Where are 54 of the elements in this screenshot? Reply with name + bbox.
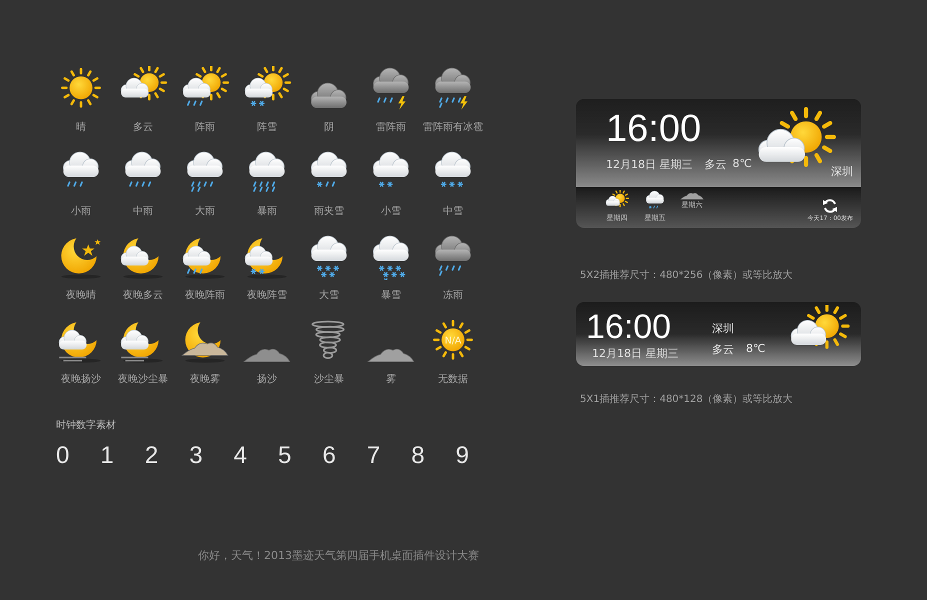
icon-label: 夜晚沙尘暴 (118, 372, 168, 386)
icon-label: 冻雨 (443, 288, 463, 302)
icon-label: 雾 (386, 373, 396, 386)
size-caption: 5X1插推荐尺寸：480*128（像素）或等比放大 (580, 392, 794, 406)
icon-label: 小雨 (71, 204, 91, 218)
icon-label: 夜晚扬沙 (61, 372, 101, 386)
temperature-text: 8℃ (732, 157, 752, 172)
icon-label: 阴 (324, 121, 334, 134)
condition-text: 多云 (712, 342, 734, 357)
size-caption: 5X2插推荐尺寸：480*256（像素）或等比放大 (580, 268, 794, 282)
icon-label: 夜晚雾 (190, 372, 220, 386)
icon-label: 雷阵雨有冰雹 (423, 120, 483, 134)
date-text: 12月18日 星期三 (592, 346, 680, 360)
clock-digit: 7 (366, 442, 382, 470)
clock-digit: 5 (278, 442, 292, 470)
icon-label: 大雪 (319, 288, 339, 302)
section-title: 时钟数字素材 (56, 418, 117, 432)
icon-label: 雷阵雨 (376, 120, 406, 134)
icon-label: 雨夹雪 (314, 204, 344, 218)
temperature-text: 8℃ (746, 342, 766, 357)
icon-label: 夜晚晴 (66, 288, 96, 302)
clock-digit: 1 (100, 442, 115, 470)
icon-label: 小雪 (381, 204, 401, 218)
refresh-icon[interactable] (822, 198, 838, 214)
icon-label: 夜晚多云 (123, 288, 163, 302)
condition-text: 多云 (704, 157, 726, 172)
icon-label: 扬沙 (257, 372, 277, 386)
icon-label: 多云 (133, 121, 153, 134)
city-text: 深圳 (712, 321, 735, 336)
clock-time: 16:00 (586, 308, 672, 346)
clock-digit: 0 (56, 442, 70, 470)
icon-label: 暴雨 (257, 205, 277, 218)
clock-digit: 8 (411, 442, 426, 470)
clock-digit: 9 (456, 442, 470, 470)
icon-label: 夜晚阵雨 (185, 288, 225, 302)
icon-label: 中雨 (133, 204, 153, 218)
date-text: 12月18日 星期三 (606, 157, 692, 172)
clock-digit: 3 (189, 442, 204, 470)
icon-label: 暴雪 (381, 289, 401, 302)
city-text: 深圳 (831, 164, 853, 179)
icon-label: 阵雨 (195, 120, 215, 134)
fog-icon (680, 190, 704, 200)
clock-time: 16:00 (606, 107, 702, 151)
icon-label: 阵雪 (257, 120, 277, 134)
icon-label: 沙尘暴 (314, 372, 344, 386)
footer-text: 你好，天气！2013墨迹天气第四届手机桌面插件设计大赛 (198, 548, 480, 563)
icon-label: 晴 (76, 120, 86, 134)
icon-label: 中雪 (443, 204, 463, 218)
clock-digit: 6 (322, 442, 337, 470)
icon-label: 无数据 (438, 373, 468, 386)
clock-digit: 4 (234, 442, 248, 470)
clock-digit: 2 (144, 442, 160, 470)
icon-label: 夜晚阵雪 (247, 288, 287, 302)
icon-label: 大雨 (195, 204, 215, 218)
